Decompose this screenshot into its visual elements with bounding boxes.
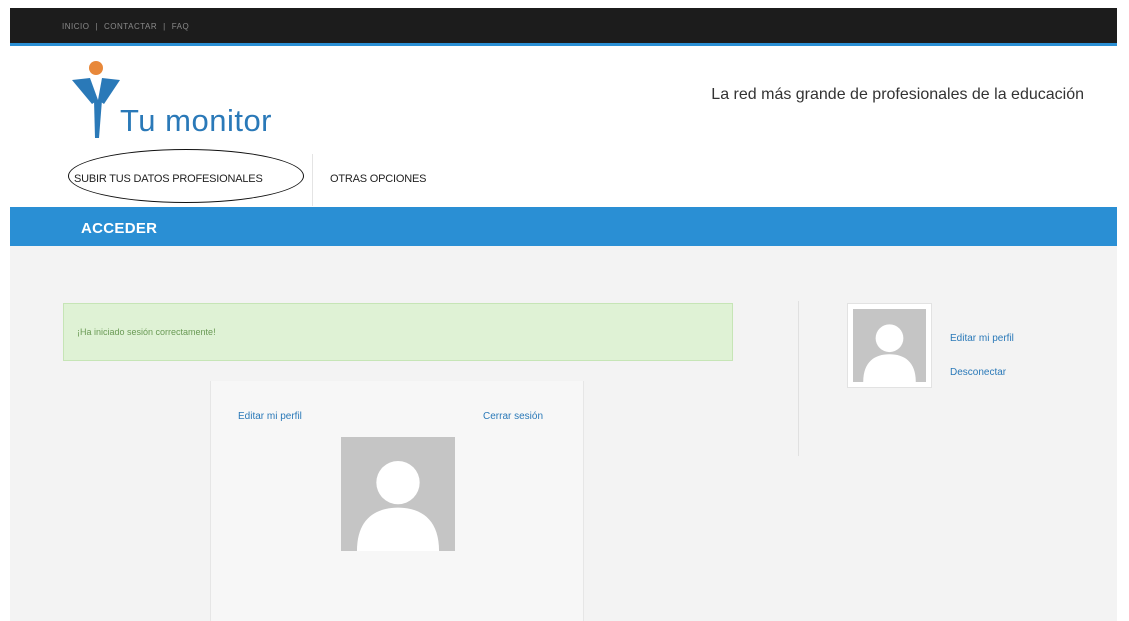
profile-card: Editar mi perfil Cerrar sesión xyxy=(210,381,584,621)
site-header: Tu monitor La red más grande de profesio… xyxy=(10,49,1117,207)
logo-text: Tu monitor xyxy=(120,103,273,138)
sidebar-divider xyxy=(798,301,799,456)
logout-link[interactable]: Cerrar sesión xyxy=(483,411,543,422)
nav-item-otras-opciones[interactable]: OTRAS OPCIONES xyxy=(330,173,426,185)
page-title-bar: ACCEDER xyxy=(10,207,1117,246)
nav-item-subir-datos[interactable]: SUBIR TUS DATOS PROFESIONALES xyxy=(74,173,263,185)
success-alert: ¡Ha iniciado sesión correctamente! xyxy=(63,303,733,361)
default-user-avatar-icon xyxy=(853,309,926,382)
top-nav: INICIO | CONTACTAR | FAQ xyxy=(62,22,189,31)
top-nav-inicio[interactable]: INICIO xyxy=(62,22,89,31)
main-nav: SUBIR TUS DATOS PROFESIONALES OTRAS OPCI… xyxy=(10,149,610,206)
main-content: ¡Ha iniciado sesión correctamente! Edita… xyxy=(10,246,1117,621)
sidebar-avatar-frame xyxy=(847,303,932,388)
nav-divider xyxy=(312,154,313,206)
logo-figure-icon xyxy=(72,61,120,138)
top-nav-faq[interactable]: FAQ xyxy=(172,22,190,31)
default-user-avatar-icon xyxy=(341,437,455,551)
page-title: ACCEDER xyxy=(81,220,158,237)
success-alert-message: ¡Ha iniciado sesión correctamente! xyxy=(77,327,216,337)
site-logo[interactable]: Tu monitor xyxy=(68,60,308,140)
top-nav-separator: | xyxy=(163,22,166,31)
edit-profile-link[interactable]: Editar mi perfil xyxy=(238,411,302,422)
sidebar-logout-link[interactable]: Desconectar xyxy=(950,367,1006,378)
sidebar-edit-profile-link[interactable]: Editar mi perfil xyxy=(950,333,1014,344)
top-nav-contactar[interactable]: CONTACTAR xyxy=(104,22,157,31)
site-tagline: La red más grande de profesionales de la… xyxy=(711,86,1084,103)
top-nav-separator: | xyxy=(95,22,99,31)
top-bar: INICIO | CONTACTAR | FAQ xyxy=(10,8,1117,46)
